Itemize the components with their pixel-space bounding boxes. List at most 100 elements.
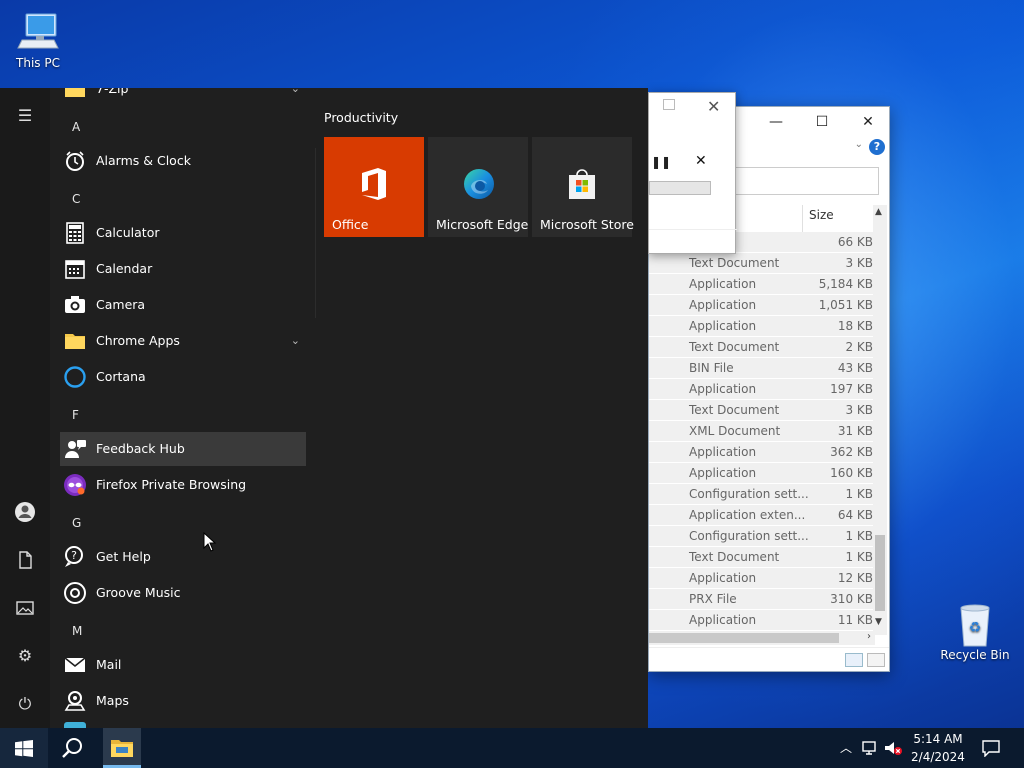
mouse-cursor-icon	[203, 531, 217, 552]
file-row[interactable]: Application 362 KB	[649, 442, 875, 463]
maximize-button[interactable]: ☐	[813, 113, 831, 131]
start-button[interactable]	[0, 728, 48, 768]
file-row[interactable]: Application 5,184 KB	[649, 274, 875, 295]
tile-office[interactable]: Office	[324, 137, 424, 237]
hamburger-menu-icon[interactable]: ☰	[13, 104, 37, 128]
letter-header-f[interactable]: F	[72, 408, 79, 422]
app-label: 7-Zip	[96, 88, 129, 96]
calculator-icon	[63, 221, 87, 245]
calendar-icon	[63, 257, 87, 281]
dialog-close-button[interactable]: ✕	[707, 97, 720, 116]
file-size-cell: 2 KB	[845, 340, 873, 354]
size-column-header[interactable]: Size	[802, 205, 834, 233]
file-row[interactable]: Application 1,051 KB	[649, 295, 875, 316]
recycle-bin-desktop-icon[interactable]: ♻ Recycle Bin	[937, 602, 1013, 662]
letter-header-a[interactable]: A	[72, 120, 80, 134]
file-row[interactable]: Application 11 KB	[649, 610, 875, 631]
file-row[interactable]: PRX File 310 KB	[649, 589, 875, 610]
file-type-cell: Configuration sett...	[689, 487, 809, 501]
horizontal-scrollbar[interactable]: ›	[649, 631, 875, 645]
progress-dialog[interactable]: ✕ ❚❚ ✕	[648, 92, 737, 254]
folder-icon	[63, 329, 87, 353]
scroll-thumb[interactable]	[875, 535, 885, 611]
app-calculator[interactable]: Calculator	[60, 216, 306, 250]
pictures-icon[interactable]	[13, 596, 37, 620]
help-icon[interactable]: ?	[869, 139, 885, 155]
chevron-down-icon[interactable]: ⌄	[291, 88, 300, 106]
large-icons-view-icon[interactable]	[867, 653, 885, 667]
tile-group-title[interactable]: Productivity	[324, 110, 398, 125]
file-size-cell: 197 KB	[830, 382, 873, 396]
status-bar	[649, 647, 889, 671]
app-maps[interactable]: Maps	[60, 684, 306, 718]
file-row[interactable]: Application 197 KB	[649, 379, 875, 400]
progress-bar	[649, 181, 711, 195]
scroll-up-icon[interactable]: ▲	[875, 207, 882, 217]
scroll-down-icon[interactable]: ▼	[875, 617, 882, 627]
horizontal-scroll-thumb[interactable]	[649, 633, 839, 643]
tile-microsoft-edge[interactable]: Microsoft Edge	[428, 137, 528, 237]
clock-time: 5:14 AM	[913, 732, 963, 746]
file-row[interactable]: Configuration sett... 1 KB	[649, 484, 875, 505]
details-view-icon[interactable]	[845, 653, 863, 667]
start-menu[interactable]: ☰ ⚙ ⏻ 7-Zip ⌄ A Alarms & Clock C Calcula…	[0, 88, 648, 728]
file-row[interactable]: Application 12 KB	[649, 568, 875, 589]
documents-icon[interactable]	[13, 548, 37, 572]
app-cortana[interactable]: Cortana	[60, 360, 306, 394]
network-icon[interactable]	[862, 728, 880, 768]
file-row[interactable]: Configuration sett... 1 KB	[649, 526, 875, 547]
file-row[interactable]: Application exten... 64 KB	[649, 505, 875, 526]
file-list: 66 KB Text Document 3 KB Application 5,184 K…	[649, 232, 875, 631]
file-explorer-taskbar-button[interactable]	[103, 728, 141, 768]
file-row[interactable]: Text Document 3 KB	[649, 400, 875, 421]
file-row[interactable]: Application 160 KB	[649, 463, 875, 484]
taskbar-clock[interactable]: 5:14 AM 2/4/2024	[906, 730, 970, 766]
app-alarms-clock[interactable]: Alarms & Clock	[60, 144, 306, 178]
this-pc-desktop-icon[interactable]: This PC	[0, 10, 76, 70]
close-button[interactable]: ✕	[859, 113, 877, 131]
app-get-help[interactable]: ? Get Help	[60, 540, 306, 574]
vertical-scrollbar[interactable]: ▲ ▼	[873, 205, 887, 635]
minimize-button[interactable]: —	[767, 113, 785, 131]
dialog-maximize-button[interactable]	[663, 99, 675, 110]
file-row[interactable]: Application 18 KB	[649, 316, 875, 337]
app-list[interactable]: 7-Zip ⌄ A Alarms & Clock C Calculator Ca…	[50, 88, 314, 728]
settings-gear-icon[interactable]: ⚙	[13, 644, 37, 668]
chevron-down-icon[interactable]: ⌄	[291, 324, 300, 358]
file-row[interactable]: Text Document 2 KB	[649, 337, 875, 358]
letter-header-g[interactable]: G	[72, 516, 81, 530]
letter-header-m[interactable]: M	[72, 624, 82, 638]
file-row[interactable]: Text Document 1 KB	[649, 547, 875, 568]
letter-header-c[interactable]: C	[72, 192, 80, 206]
app-mail[interactable]: Mail	[60, 648, 306, 682]
app-feedback-hub[interactable]: Feedback Hub	[60, 432, 306, 466]
app-firefox-private-browsing[interactable]: Firefox Private Browsing	[60, 468, 306, 502]
app-chrome-apps[interactable]: Chrome Apps ⌄	[60, 324, 306, 358]
app-calendar[interactable]: Calendar	[60, 252, 306, 286]
app-camera[interactable]: Camera	[60, 288, 306, 322]
windows-logo-icon	[15, 740, 33, 757]
search-button[interactable]	[48, 728, 96, 768]
power-icon[interactable]: ⏻	[13, 692, 37, 716]
user-account-icon[interactable]	[13, 500, 37, 524]
notifications-icon[interactable]	[982, 728, 1000, 768]
tile-microsoft-store[interactable]: Microsoft Store	[532, 137, 634, 237]
feedback-hub-icon	[63, 437, 87, 461]
ribbon-expand-chevron-icon[interactable]: ⌄	[855, 139, 863, 150]
file-type-cell: Text Document	[689, 403, 780, 417]
app-7zip[interactable]: 7-Zip ⌄	[60, 88, 306, 106]
computer-icon	[16, 10, 60, 54]
file-row[interactable]: BIN File 43 KB	[649, 358, 875, 379]
cancel-operation-icon[interactable]: ✕	[695, 153, 707, 169]
search-box[interactable]	[735, 167, 879, 195]
file-row[interactable]: Text Document 3 KB	[649, 253, 875, 274]
svg-text:♻: ♻	[969, 620, 982, 636]
app-groove-music[interactable]: Groove Music	[60, 576, 306, 610]
file-row[interactable]: XML Document 31 KB	[649, 421, 875, 442]
alarm-clock-icon	[63, 149, 87, 173]
show-hidden-icons-chevron-icon[interactable]: ︿	[840, 728, 852, 768]
pause-icon[interactable]: ❚❚	[651, 155, 671, 169]
volume-muted-icon[interactable]	[884, 728, 904, 768]
edge-logo-icon	[462, 167, 494, 201]
scroll-right-icon[interactable]: ›	[867, 631, 871, 642]
